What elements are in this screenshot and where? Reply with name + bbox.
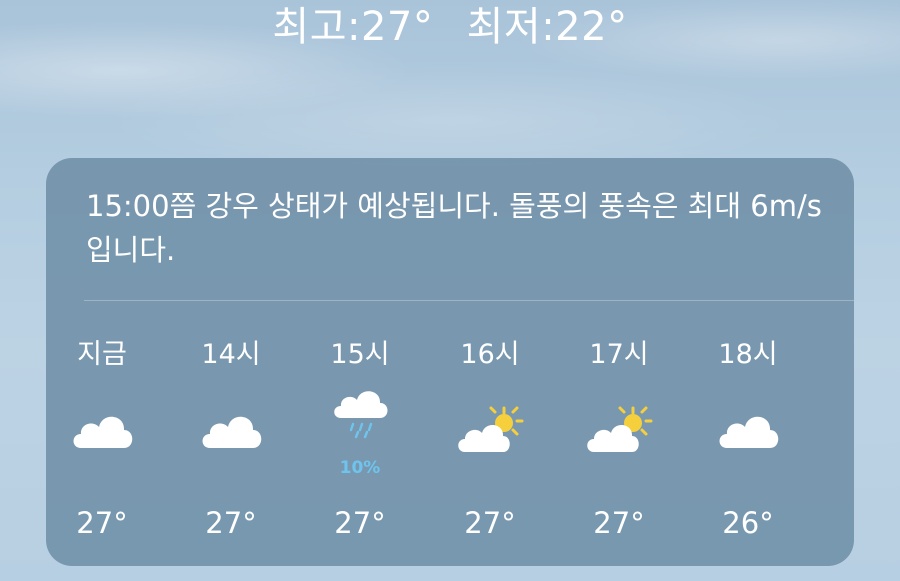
high-low-temperature: 최고:27° 최저:22° bbox=[0, 0, 900, 52]
hourly-forecast-card[interactable]: 15:00쯤 강우 상태가 예상됩니다. 돌풍의 풍속은 최대 6m/s입니다.… bbox=[46, 158, 854, 566]
hour-item-18: 18시 26° bbox=[693, 318, 803, 548]
cloud-icon bbox=[67, 394, 137, 464]
hour-item-now: 지금 27° bbox=[47, 318, 157, 548]
hour-temperature: 26° bbox=[722, 506, 774, 540]
hour-label: 지금 bbox=[77, 339, 127, 370]
hour-temperature: 27° bbox=[464, 506, 516, 540]
hour-label: 16시 bbox=[460, 339, 520, 370]
partly-sunny-icon bbox=[584, 394, 654, 464]
cloud-icon bbox=[196, 394, 266, 464]
hour-item-17: 17시 27° bbox=[564, 318, 674, 548]
hour-item-16: 16시 27° bbox=[435, 318, 545, 548]
hour-item-14: 14시 27° bbox=[176, 318, 286, 548]
hour-temperature: 27° bbox=[593, 506, 645, 540]
hour-item-15: 15시 10% 27° bbox=[305, 318, 415, 548]
cloud-rain-icon bbox=[325, 378, 395, 448]
hour-label: 18시 bbox=[718, 339, 778, 370]
hour-label: 17시 bbox=[589, 339, 649, 370]
low-temperature: 최저:22° bbox=[466, 4, 628, 50]
partly-sunny-icon bbox=[455, 394, 525, 464]
hourly-forecast-list[interactable]: 지금 27° 14시 27° 15시 10% 27° 16시 27° 17시 2… bbox=[46, 318, 854, 548]
hour-temperature: 27° bbox=[334, 506, 386, 540]
forecast-summary: 15:00쯤 강우 상태가 예상됩니다. 돌풍의 풍속은 최대 6m/s입니다. bbox=[86, 189, 822, 267]
high-temperature: 최고:27° bbox=[272, 4, 434, 50]
cloud-icon bbox=[713, 394, 783, 464]
precipitation-chance: 10% bbox=[339, 458, 381, 478]
hour-temperature: 27° bbox=[76, 506, 128, 540]
divider bbox=[84, 300, 854, 301]
hour-label: 15시 bbox=[330, 339, 390, 370]
hour-temperature: 27° bbox=[205, 506, 257, 540]
hour-label: 14시 bbox=[201, 339, 261, 370]
